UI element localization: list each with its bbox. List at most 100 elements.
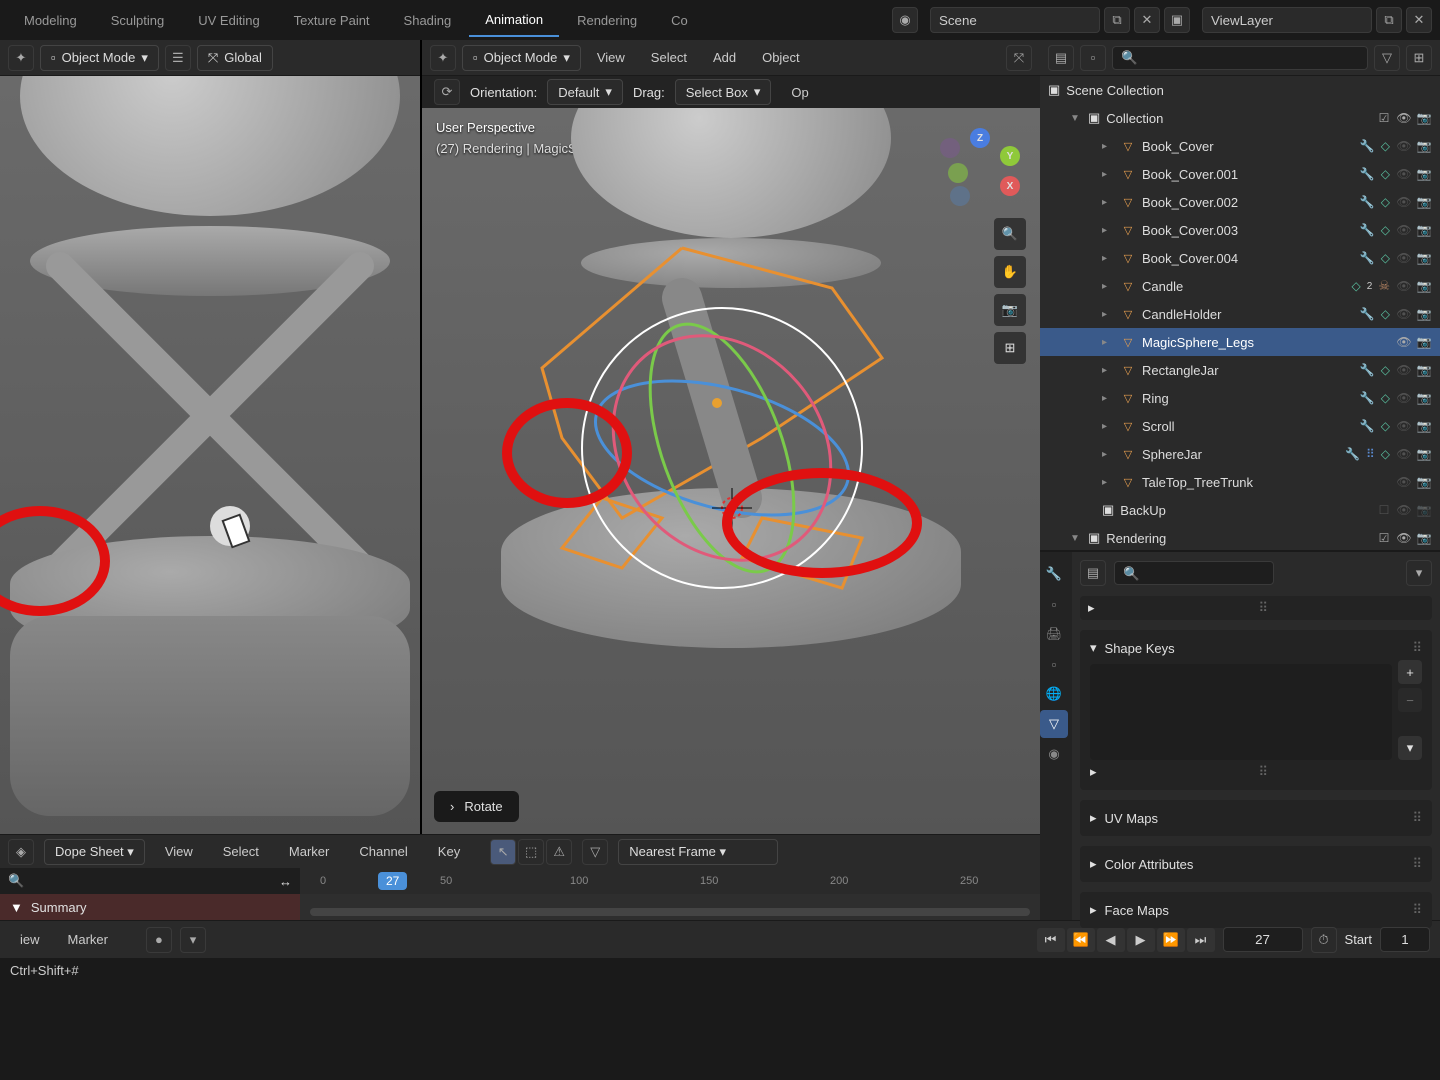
camera-icon[interactable]: 📷 [1416, 139, 1432, 153]
eye-icon[interactable]: 👁 [1396, 251, 1412, 265]
options-menu[interactable]: Op [781, 81, 818, 104]
eye-icon[interactable]: 👁 [1396, 391, 1412, 405]
dope-select-menu[interactable]: Select [213, 840, 269, 863]
outliner-item-Scroll[interactable]: ▸▽Scroll🔧◇👁📷 [1040, 412, 1440, 440]
tab-uvediting[interactable]: UV Editing [182, 5, 275, 36]
checkbox-icon[interactable]: ☐ [1376, 503, 1392, 517]
camera-icon[interactable]: 📷 [1416, 251, 1432, 265]
dopesheet-mode-select[interactable]: Dope Sheet ▾ [44, 839, 145, 865]
props-material-tab[interactable]: ◉ [1040, 740, 1068, 768]
scene-name-input[interactable] [930, 7, 1100, 33]
autokey-button[interactable]: ● [146, 927, 172, 953]
dope-channel-menu[interactable]: Channel [349, 840, 417, 863]
expand-arrow-icon[interactable]: ▸ [1102, 197, 1114, 208]
next-key-button[interactable]: ⏩ [1157, 928, 1185, 952]
camera-icon[interactable]: 📷 [1416, 363, 1432, 377]
outliner-search-input[interactable] [1112, 46, 1368, 70]
outliner-display-icon[interactable]: ▤ [1048, 45, 1074, 71]
drag-handle-icon[interactable]: ⠿ [1412, 640, 1422, 656]
camera-icon[interactable]: 📷 [1416, 447, 1432, 461]
camera-icon[interactable]: 📷 [1416, 195, 1432, 209]
orientation-select-left[interactable]: ⤧ Global [197, 45, 273, 71]
box-select-icon[interactable]: ⬚ [518, 839, 544, 865]
last-operator-panel[interactable]: › Rotate [434, 791, 519, 822]
outliner-item-Ring[interactable]: ▸▽Ring🔧◇👁📷 [1040, 384, 1440, 412]
refresh-button[interactable]: ⟳ [434, 79, 460, 105]
eye-icon[interactable]: 👁 [1396, 419, 1412, 433]
camera-icon[interactable]: 📷 [1416, 167, 1432, 181]
expand-arrow-icon[interactable]: ▸ [1090, 856, 1097, 872]
select-tool-icon[interactable]: ↖ [490, 839, 516, 865]
drag-handle-icon[interactable]: ⠿ [1412, 810, 1422, 826]
gizmo-toggle-button[interactable]: ⤧ [1006, 45, 1032, 71]
checkbox-icon[interactable]: ☑ [1376, 111, 1392, 125]
outliner-item-Book_Cover[interactable]: ▸▽Book_Cover🔧◇👁📷 [1040, 132, 1440, 160]
outliner-item-Book_Cover.002[interactable]: ▸▽Book_Cover.002🔧◇👁📷 [1040, 188, 1440, 216]
current-frame-input[interactable] [1223, 927, 1303, 952]
props-search-input[interactable] [1114, 561, 1274, 585]
timeline-ruler[interactable]: 0 50 100 150 200 250 27 [300, 868, 1040, 894]
eye-icon[interactable]: 👁 [1396, 167, 1412, 181]
drag-handle-icon[interactable]: ⠿ [1412, 902, 1422, 918]
outliner-view-icon[interactable]: ▫ [1080, 45, 1106, 71]
timer-icon[interactable]: ⏱ [1311, 927, 1337, 953]
expand-arrow-icon[interactable]: ▸ [1102, 141, 1114, 152]
outliner-item-Book_Cover.003[interactable]: ▸▽Book_Cover.003🔧◇👁📷 [1040, 216, 1440, 244]
editor-type-icon[interactable]: ✦ [8, 45, 34, 71]
eye-icon[interactable]: 👁 [1396, 139, 1412, 153]
current-frame-marker[interactable]: 27 [378, 872, 407, 890]
backup-collection-row[interactable]: ▣ BackUp ☐ 👁 📷 [1040, 496, 1440, 524]
expand-arrow-icon[interactable]: ▸ [1102, 365, 1114, 376]
camera-icon[interactable]: 📷 [1416, 279, 1432, 293]
eye-icon[interactable]: 👁 [1396, 307, 1412, 321]
eye-icon[interactable]: 👁 [1396, 447, 1412, 461]
props-options-icon[interactable]: ▾ [1406, 560, 1432, 586]
camera-icon[interactable]: 📷 [1416, 307, 1432, 321]
tab-animation[interactable]: Animation [469, 4, 559, 37]
play-reverse-button[interactable]: ◀ [1097, 928, 1125, 952]
expand-icon[interactable]: ↔ [279, 874, 292, 889]
drag-handle-icon[interactable]: ⠿ [1412, 856, 1422, 872]
prev-key-button[interactable]: ⏪ [1067, 928, 1095, 952]
camera-icon[interactable]: 📷 [1416, 531, 1432, 545]
eye-icon[interactable]: 👁 [1396, 279, 1412, 293]
expand-arrow-icon[interactable]: ▸ [1090, 810, 1097, 826]
toggle-overlays-button[interactable]: ☰ [165, 45, 191, 71]
mode-select-left[interactable]: ▫ Object Mode ▾ [40, 45, 159, 71]
props-render-tab[interactable]: ▫ [1040, 590, 1068, 618]
eye-icon[interactable]: 👁 [1396, 111, 1412, 125]
view-menu[interactable]: View [587, 46, 635, 69]
shape-keys-list[interactable] [1090, 664, 1392, 760]
camera-icon[interactable]: 📷 [1416, 223, 1432, 237]
playback-marker-menu[interactable]: Marker [58, 928, 118, 951]
eye-icon[interactable]: 👁 [1396, 223, 1412, 237]
play-button[interactable]: ▶ [1127, 928, 1155, 952]
jump-end-button[interactable]: ⏭ [1187, 928, 1215, 952]
collapse-arrow-icon[interactable]: ▼ [10, 900, 23, 915]
playback-view-menu[interactable]: iew [10, 928, 50, 951]
outliner-item-TaleTop_TreeTrunk[interactable]: ▸▽TaleTop_TreeTrunk👁📷 [1040, 468, 1440, 496]
outliner-item-RectangleJar[interactable]: ▸▽RectangleJar🔧◇👁📷 [1040, 356, 1440, 384]
camera-icon[interactable]: 📷 [1416, 111, 1432, 125]
tab-shading[interactable]: Shading [388, 5, 468, 36]
orientation-select[interactable]: Default ▾ [547, 79, 623, 105]
expand-arrow-icon[interactable]: ▸ [1102, 169, 1114, 180]
select-menu[interactable]: Select [641, 46, 697, 69]
dope-view-menu[interactable]: View [155, 840, 203, 863]
collapse-arrow-icon[interactable]: ▾ [1090, 640, 1097, 656]
eye-icon[interactable]: 👁 [1396, 195, 1412, 209]
eye-icon[interactable]: 👁 [1396, 503, 1412, 517]
viewlayer-close-button[interactable]: ✕ [1406, 7, 1432, 33]
props-world-tab[interactable]: 🌐 [1040, 680, 1068, 708]
remove-shapekey-button[interactable]: − [1398, 688, 1422, 712]
props-output-tab[interactable]: 🖨 [1040, 620, 1068, 648]
outliner-item-SphereJar[interactable]: ▸▽SphereJar🔧⠿◇👁📷 [1040, 440, 1440, 468]
eye-icon[interactable]: 👁 [1396, 531, 1412, 545]
collection-row[interactable]: ▼ ▣ Collection ☑ 👁 📷 [1040, 104, 1440, 132]
eye-icon[interactable]: 👁 [1396, 335, 1412, 349]
expand-arrow-icon[interactable]: ▸ [1102, 309, 1114, 320]
tab-rendering[interactable]: Rendering [561, 5, 653, 36]
scene-icon[interactable]: ◉ [892, 7, 918, 33]
props-pin-icon[interactable]: ▤ [1080, 560, 1106, 586]
props-scene-tab[interactable]: ▫ [1040, 650, 1068, 678]
